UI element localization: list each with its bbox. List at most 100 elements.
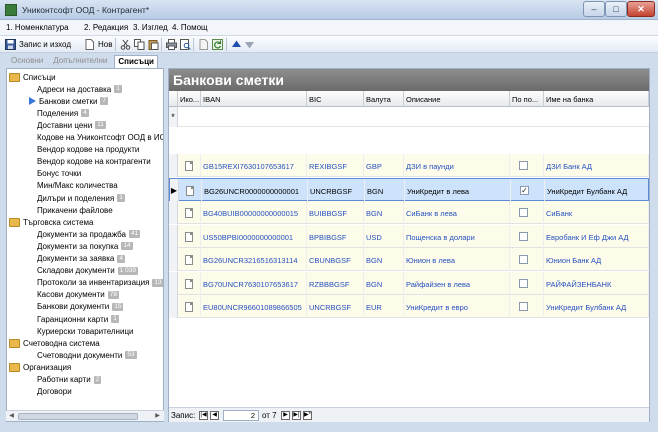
print-button[interactable] — [166, 38, 177, 51]
scroll-right-icon[interactable]: ▶ — [153, 412, 162, 421]
move-up-button[interactable] — [231, 38, 242, 51]
table-row[interactable]: ▶ BG26UNCR0000000000001 UNCRBGSF BGN УниКред… — [169, 177, 649, 202]
tab-additional[interactable]: Допълнителни — [50, 55, 110, 68]
tree-item[interactable]: Складови документи 1 039 — [37, 265, 138, 277]
tree-item[interactable]: Куриерски товарителници — [37, 325, 134, 337]
tree-item[interactable]: Протоколи за инвентаризация 13 — [37, 277, 163, 289]
col-iban-cell[interactable]: EU80UNCR96601089866505 — [201, 295, 307, 318]
prev-record-icon[interactable]: ◀ — [210, 411, 219, 420]
menu-help[interactable]: 4. Помощ — [172, 23, 208, 32]
col-description-header[interactable]: Описание — [404, 91, 510, 107]
col-iban-cell[interactable]: BG70UNCR7630107653617 — [201, 271, 307, 295]
tree-item[interactable]: Работни карти 2 — [37, 374, 102, 386]
tree-item[interactable]: Договори — [37, 386, 72, 398]
tree-item[interactable]: Кодове на Униконтсофт ООД в ИС — [37, 132, 163, 144]
col-default-header[interactable]: По по... — [510, 91, 544, 107]
tree-group[interactable]: Търговска система — [9, 216, 93, 228]
col-bic-cell[interactable]: BUIBBGSF — [307, 201, 364, 224]
tree-item[interactable]: Гаранционни карти 1 — [37, 313, 119, 325]
table-row[interactable]: EU80UNCR96601089866505 UNCRBGSF EUR УниКред… — [169, 295, 649, 318]
col-bank-name-header[interactable]: Име на банка — [544, 91, 649, 107]
col-currency-cell[interactable]: BGN — [364, 248, 404, 271]
tree-item[interactable]: Касови документи 78 — [37, 289, 119, 301]
table-row[interactable]: BG70UNCR7630107653617 RZBBBGSF BGN Райфайзе… — [169, 271, 649, 295]
record-number-input[interactable]: 2 — [223, 410, 259, 421]
default-checkbox[interactable]: ✓ — [520, 185, 529, 195]
col-currency-header[interactable]: Валута — [364, 91, 404, 107]
tree-item[interactable]: Документи за покупка 14 — [37, 240, 133, 252]
new-row[interactable]: * — [169, 107, 649, 127]
tree-item[interactable]: Поделения 4 — [37, 107, 89, 119]
col-description-cell[interactable]: Райфайзен в лева — [404, 271, 510, 295]
col-iban-cell[interactable]: GB15REXI7630107653617 — [201, 154, 307, 177]
minimize-button[interactable]: – — [583, 1, 605, 17]
cut-button[interactable] — [120, 38, 131, 51]
last-record-icon[interactable]: ▶| — [292, 411, 301, 420]
col-iban-header[interactable]: IBAN — [201, 91, 307, 107]
tree-group[interactable]: Организация — [9, 361, 71, 373]
tree-item[interactable]: Банкови сметки 7 — [25, 95, 109, 107]
col-description-cell[interactable]: ДЗИ в паунди — [404, 154, 510, 177]
col-iban-cell[interactable]: BG40BUIB00000000000015 — [201, 201, 307, 224]
col-bic-cell[interactable]: REXIBGSF — [307, 154, 364, 177]
next-record-icon[interactable]: ▶ — [281, 411, 290, 420]
col-bic-cell[interactable]: UNCRBGSF — [307, 295, 364, 318]
col-currency-cell[interactable]: EUR — [364, 295, 404, 318]
move-down-button[interactable] — [244, 38, 255, 51]
scroll-thumb[interactable] — [18, 413, 138, 420]
col-currency-cell[interactable]: BGN — [365, 178, 405, 202]
col-iban-cell[interactable]: BG26UNCR0000000000001 — [202, 178, 308, 202]
col-description-cell[interactable]: УниКредит в лева — [405, 178, 511, 202]
default-checkbox[interactable] — [519, 208, 528, 217]
first-record-icon[interactable]: |◀ — [199, 411, 208, 420]
default-checkbox[interactable] — [519, 231, 528, 241]
col-description-cell[interactable]: СиБанк в лева — [404, 201, 510, 224]
table-row[interactable]: BG26UNCR3216516313114 CBUNBGSF BGN Юнион в … — [169, 248, 649, 271]
tree-item[interactable]: Банкови документи 15 — [37, 301, 124, 313]
tree-group[interactable]: Списъци — [9, 71, 56, 83]
col-bank-name-cell[interactable]: Евробанк И Еф Джи АД — [544, 224, 649, 248]
col-bic-cell[interactable]: RZBBBGSF — [307, 271, 364, 295]
col-bic-cell[interactable]: UNCRBGSF — [308, 178, 365, 202]
tree-item[interactable]: Документи за продажба 41 — [37, 228, 141, 240]
col-iban-cell[interactable]: BG26UNCR3216516313114 — [201, 248, 307, 271]
col-currency-cell[interactable]: BGN — [364, 201, 404, 224]
col-bic-cell[interactable]: BPBIBGSF — [307, 224, 364, 248]
tree-item[interactable]: Вендор кодове на продукти — [37, 144, 139, 156]
menu-view[interactable]: 3. Изглед — [133, 23, 168, 32]
col-iban-cell[interactable]: US50BPBI0000000000001 — [201, 224, 307, 248]
tree-item[interactable]: Прикачени файлове — [37, 204, 113, 216]
tab-lists[interactable]: Списъци — [114, 55, 158, 68]
new-record-icon[interactable]: ▶* — [303, 411, 312, 420]
menu-nomenclature[interactable]: 1. Номенклатура — [6, 23, 69, 32]
tree-group[interactable]: Счетоводна система — [9, 337, 100, 349]
col-currency-cell[interactable]: USD — [364, 224, 404, 248]
col-bank-name-cell[interactable]: УниКредит Булбанк АД — [544, 295, 649, 318]
default-checkbox[interactable] — [519, 302, 528, 311]
default-checkbox[interactable] — [519, 255, 528, 264]
table-row[interactable]: BG40BUIB00000000000015 BUIBBGSF BGN СиБанк … — [169, 201, 649, 224]
tree-horizontal-scrollbar[interactable]: ◀ ▶ — [6, 410, 164, 421]
col-currency-cell[interactable]: GBP — [364, 154, 404, 177]
table-row[interactable]: US50BPBI0000000000001 BPBIBGSF USD Пощенска… — [169, 224, 649, 248]
refresh-button[interactable] — [212, 38, 223, 51]
tree-item[interactable]: Счетоводни документи 53 — [37, 349, 137, 361]
col-description-cell[interactable]: Пощенска в долари — [404, 224, 510, 248]
tree-item[interactable]: Адреси на доставка 1 — [37, 83, 122, 95]
attach-button[interactable] — [198, 38, 209, 51]
save-close-button[interactable]: Запис и изход — [5, 38, 71, 51]
col-currency-cell[interactable]: BGN — [364, 271, 404, 295]
col-bank-name-cell[interactable]: СиБанк — [544, 201, 649, 224]
tab-main[interactable]: Основни — [8, 55, 46, 68]
tree-item[interactable]: Документи за заявка 4 — [37, 253, 125, 265]
col-bank-name-cell[interactable]: УниКредит Булбанк АД — [545, 179, 649, 202]
tree-item[interactable]: Дилъри и поделения 1 — [37, 192, 125, 204]
maximize-button[interactable]: □ — [605, 1, 627, 17]
close-button[interactable]: ✕ — [627, 1, 655, 17]
col-icon-header[interactable]: Ико... — [178, 91, 201, 107]
tree-item[interactable]: Доставни цени 11 — [37, 119, 106, 131]
new-button[interactable]: Нов — [84, 38, 112, 51]
col-description-cell[interactable]: УниКредит в евро — [404, 295, 510, 318]
menu-edit[interactable]: 2. Редакция — [84, 23, 128, 32]
col-description-cell[interactable]: Юнион в лева — [404, 248, 510, 271]
